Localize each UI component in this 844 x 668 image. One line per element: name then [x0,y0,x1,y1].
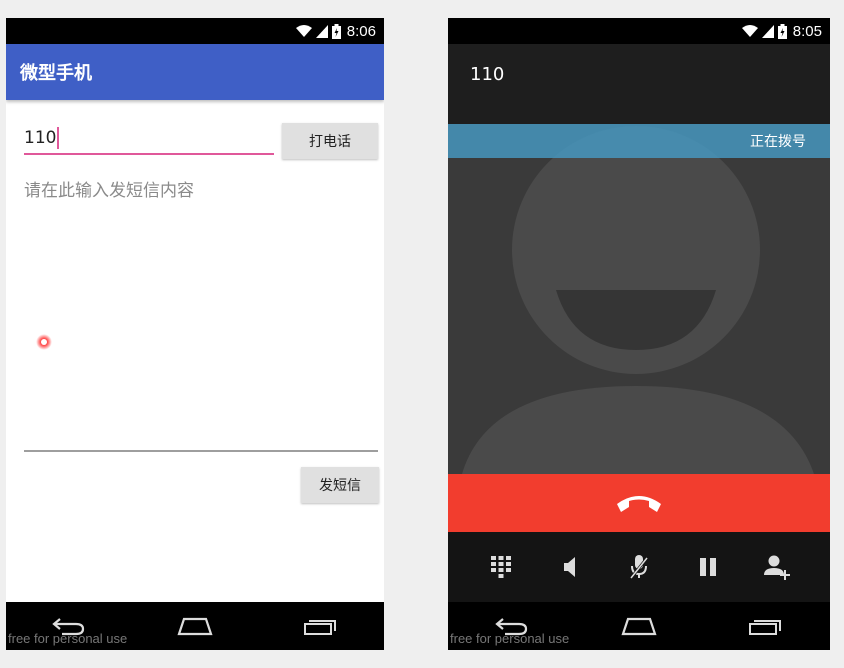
speaker-icon [563,557,575,577]
recents-icon [304,620,336,635]
status-time: 8:05 [792,22,822,40]
mute-button[interactable] [619,547,659,587]
sms-app-screen: 8:06 微型手机 110 打电话 请在此输入发短信内容 发短信 free fo… [6,18,384,650]
back-icon [52,618,85,636]
recents-icon [749,620,782,635]
end-call-button[interactable] [448,474,830,532]
back-button[interactable] [490,611,534,641]
recents-button[interactable] [744,611,788,641]
back-button[interactable] [47,611,91,641]
contact-photo-placeholder [448,124,830,474]
add-call-button[interactable] [757,547,797,587]
home-button[interactable] [173,611,217,641]
mute-icon [629,555,649,579]
status-bar: 8:06 [6,18,384,44]
app-title: 微型手机 [20,63,92,84]
navigation-bar [448,602,830,650]
contact-avatar-icon [462,126,814,474]
home-icon [177,617,213,636]
sms-content-input[interactable]: 请在此输入发短信内容 [24,170,378,452]
cell-signal-icon [315,24,328,38]
add-call-icon [764,555,791,580]
cell-signal-icon [761,24,774,38]
text-caret [57,127,60,149]
dialed-number: 110 [470,64,505,85]
speaker-button[interactable] [550,547,590,587]
hold-button[interactable] [688,547,728,587]
dialpad-button[interactable] [481,547,521,587]
app-bar: 微型手机 [6,44,384,100]
recents-button[interactable] [299,611,343,641]
send-sms-button[interactable]: 发短信 [301,467,379,503]
status-bar: 8:05 [448,18,830,44]
wifi-icon [295,24,312,37]
status-time: 8:06 [346,22,376,40]
send-sms-button-label: 发短信 [319,478,361,494]
call-status-banner: 正在拨号 [448,124,830,158]
home-icon [621,617,657,636]
touch-indicator [36,334,52,350]
call-controls [448,532,830,602]
call-button-label: 打电话 [309,134,351,150]
phone-number-value: 110 [24,128,57,148]
phone-number-input[interactable]: 110 [24,123,274,155]
battery-icon [331,23,341,39]
call-button[interactable]: 打电话 [282,123,378,159]
battery-icon [777,23,787,39]
home-button[interactable] [617,611,661,641]
hold-icon [700,558,717,576]
wifi-icon [741,24,758,37]
call-header: 110 [448,44,830,124]
dialpad-icon [490,556,511,578]
navigation-bar [6,602,384,650]
end-call-icon [617,496,661,512]
in-call-screen: 8:05 110 正在拨号 free for personal use [448,18,830,650]
call-status-text: 正在拨号 [750,134,806,150]
back-icon [494,618,527,636]
sms-placeholder: 请在此输入发短信内容 [24,181,194,201]
